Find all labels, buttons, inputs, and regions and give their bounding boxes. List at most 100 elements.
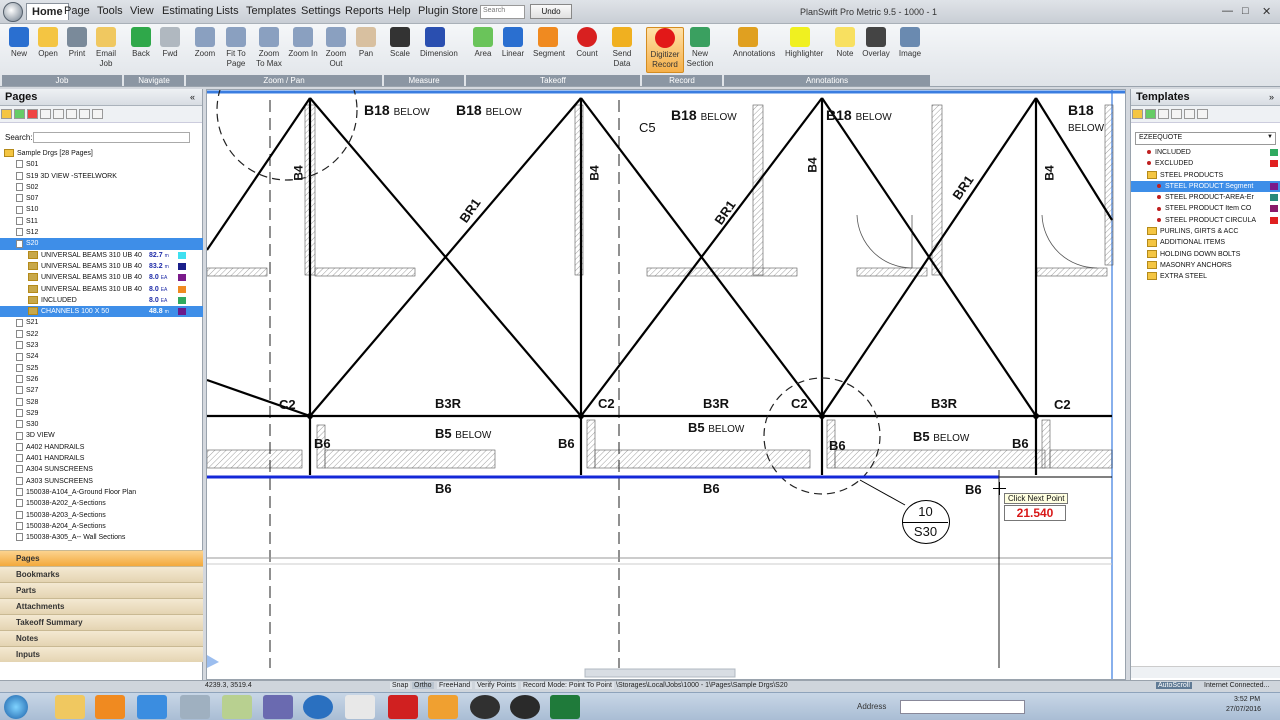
color-swatch[interactable] <box>178 251 186 259</box>
template-folder[interactable]: PURLINS, GIRTS & ACC <box>1131 226 1280 237</box>
color-swatch[interactable] <box>178 308 186 316</box>
ribbon-send-data-button[interactable]: Send Data <box>607 27 637 73</box>
refresh-icon[interactable] <box>53 109 64 119</box>
add-page-icon[interactable] <box>14 109 25 119</box>
undo-button[interactable]: Undo <box>530 4 572 19</box>
page-item[interactable]: A402 HANDRAILS <box>0 442 203 453</box>
accordion-pages[interactable]: Pages <box>0 550 203 566</box>
page-item[interactable]: 150038-A202_A-Sections <box>0 498 203 509</box>
menu-plugin-store[interactable]: Plugin Store <box>418 5 478 17</box>
ribbon-new-button[interactable]: New <box>4 27 34 73</box>
page-item[interactable]: S10 <box>0 204 203 215</box>
ribbon-digitizer-record-button[interactable]: Digitizer Record <box>646 27 684 73</box>
delete-icon[interactable] <box>27 109 38 119</box>
ribbon-overlay-button[interactable]: Overlay <box>861 27 891 73</box>
expand-all-icon[interactable] <box>1184 109 1195 119</box>
page-item[interactable]: S21 <box>0 317 203 328</box>
media-app-icon[interactable] <box>510 695 540 719</box>
menu-page[interactable]: Page <box>64 5 90 17</box>
page-item[interactable]: S07 <box>0 193 203 204</box>
ribbon-search-input[interactable]: Search <box>480 5 525 19</box>
ribbon-pan-button[interactable]: Pan <box>351 27 381 73</box>
page-item[interactable]: S20 <box>0 238 203 250</box>
menu-lists[interactable]: Lists <box>216 5 239 17</box>
menu-estimating[interactable]: Estimating <box>162 5 213 17</box>
page-item[interactable]: 150038-A204_A-Sections <box>0 521 203 532</box>
page-item[interactable]: 150038-A305_A-- Wall Sections <box>0 532 203 543</box>
collapse-panel-icon[interactable]: « <box>190 92 195 102</box>
template-folder[interactable]: EXTRA STEEL <box>1131 271 1280 282</box>
drawing-canvas[interactable]: B18 BELOW B18 BELOW B18 BELOW B18 BELOW … <box>206 89 1126 680</box>
page-item[interactable]: S29 <box>0 408 203 419</box>
tree-folder[interactable]: Sample Drgs [28 Pages] <box>0 148 203 159</box>
template-folder[interactable]: MASONRY ANCHORS <box>1131 260 1280 271</box>
collapse-templates-icon[interactable]: » <box>1269 92 1274 102</box>
template-folder[interactable]: ADDITIONAL ITEMS <box>1131 237 1280 248</box>
ribbon-dimension-button[interactable]: Dimension <box>420 27 458 73</box>
accordion-parts[interactable]: Parts <box>0 582 203 598</box>
accordion-bookmarks[interactable]: Bookmarks <box>0 566 203 582</box>
ortho-toggle[interactable]: Ortho <box>412 682 434 689</box>
tools-icon[interactable] <box>180 695 210 719</box>
close-icon[interactable]: ✕ <box>1262 5 1271 18</box>
page-item[interactable]: A303 SUNSCREENS <box>0 476 203 487</box>
ribbon-highlighter-button[interactable]: Highlighter <box>785 27 823 73</box>
folder-icon[interactable] <box>1 109 12 119</box>
page-item[interactable]: S23 <box>0 340 203 351</box>
pages-search-input[interactable] <box>33 132 190 143</box>
template-item[interactable]: STEEL PRODUCT CIRCULA <box>1131 215 1280 226</box>
media-player-icon[interactable] <box>95 695 125 719</box>
page-item[interactable]: S22 <box>0 329 203 340</box>
expand-all-icon[interactable] <box>79 109 90 119</box>
collapse-all-icon[interactable] <box>1197 109 1208 119</box>
sort-icon[interactable] <box>66 109 77 119</box>
ribbon-count-button[interactable]: Count <box>572 27 602 73</box>
color-swatch[interactable] <box>178 274 186 282</box>
template-item[interactable]: STEEL PRODUCT-AREA-Er <box>1131 192 1280 203</box>
ribbon-fwd-button[interactable]: Fwd <box>155 27 185 73</box>
color-swatch[interactable] <box>178 296 186 304</box>
ribbon-new-section-button[interactable]: New Section <box>685 27 715 73</box>
menu-view[interactable]: View <box>130 5 154 17</box>
page-item[interactable]: 150038-A203_A-Sections <box>0 510 203 521</box>
page-item[interactable]: S30 <box>0 419 203 430</box>
templates-scrollbar[interactable] <box>1131 666 1280 678</box>
template-folder[interactable]: HOLDING DOWN BOLTS <box>1131 249 1280 260</box>
file-explorer-icon[interactable] <box>55 695 85 719</box>
page-item[interactable]: A304 SUNSCREENS <box>0 464 203 475</box>
ribbon-fit-to-page-button[interactable]: Fit To Page <box>221 27 251 73</box>
ribbon-note-button[interactable]: Note <box>830 27 860 73</box>
app-menu-icon[interactable] <box>3 2 23 22</box>
maximize-icon[interactable]: □ <box>1242 5 1249 17</box>
accordion-inputs[interactable]: Inputs <box>0 646 203 662</box>
edit-icon[interactable] <box>1158 109 1169 119</box>
takeoff-item[interactable]: INCLUDED 8.0 EA <box>0 295 203 306</box>
network-icon[interactable] <box>263 695 293 719</box>
autoscroll-toggle[interactable]: AutoScroll <box>1156 682 1192 689</box>
ribbon-zoom-out-button[interactable]: Zoom Out <box>321 27 351 73</box>
template-item[interactable]: INCLUDED <box>1131 147 1280 158</box>
accordion-takeoff-summary[interactable]: Takeoff Summary <box>0 614 203 630</box>
takeoff-item[interactable]: UNIVERSAL BEAMS 310 UB 40 82.7 m <box>0 250 203 261</box>
menu-tools[interactable]: Tools <box>97 5 123 17</box>
ribbon-scale-button[interactable]: Scale <box>385 27 415 73</box>
menu-reports[interactable]: Reports <box>345 5 384 17</box>
page-item[interactable]: 150038-A104_A-Ground Floor Plan <box>0 487 203 498</box>
menu-settings[interactable]: Settings <box>301 5 341 17</box>
menu-templates[interactable]: Templates <box>246 5 296 17</box>
accordion-attachments[interactable]: Attachments <box>0 598 203 614</box>
template-folder[interactable]: STEEL PRODUCTS <box>1131 170 1280 181</box>
page-item[interactable]: A401 HANDRAILS <box>0 453 203 464</box>
menu-home[interactable]: Home <box>26 3 69 20</box>
collapse-all-icon[interactable] <box>92 109 103 119</box>
accordion-notes[interactable]: Notes <box>0 630 203 646</box>
ribbon-annotations-button[interactable]: Annotations <box>733 27 775 73</box>
page-item[interactable]: S27 <box>0 385 203 396</box>
folder-icon[interactable] <box>1132 109 1143 119</box>
ribbon-back-button[interactable]: Back <box>126 27 156 73</box>
add-template-icon[interactable] <box>1145 109 1156 119</box>
ribbon-segment-button[interactable]: Segment <box>533 27 565 73</box>
drawing-app-icon[interactable] <box>222 695 252 719</box>
excel-icon[interactable] <box>550 695 580 719</box>
globe-icon[interactable] <box>303 695 333 719</box>
